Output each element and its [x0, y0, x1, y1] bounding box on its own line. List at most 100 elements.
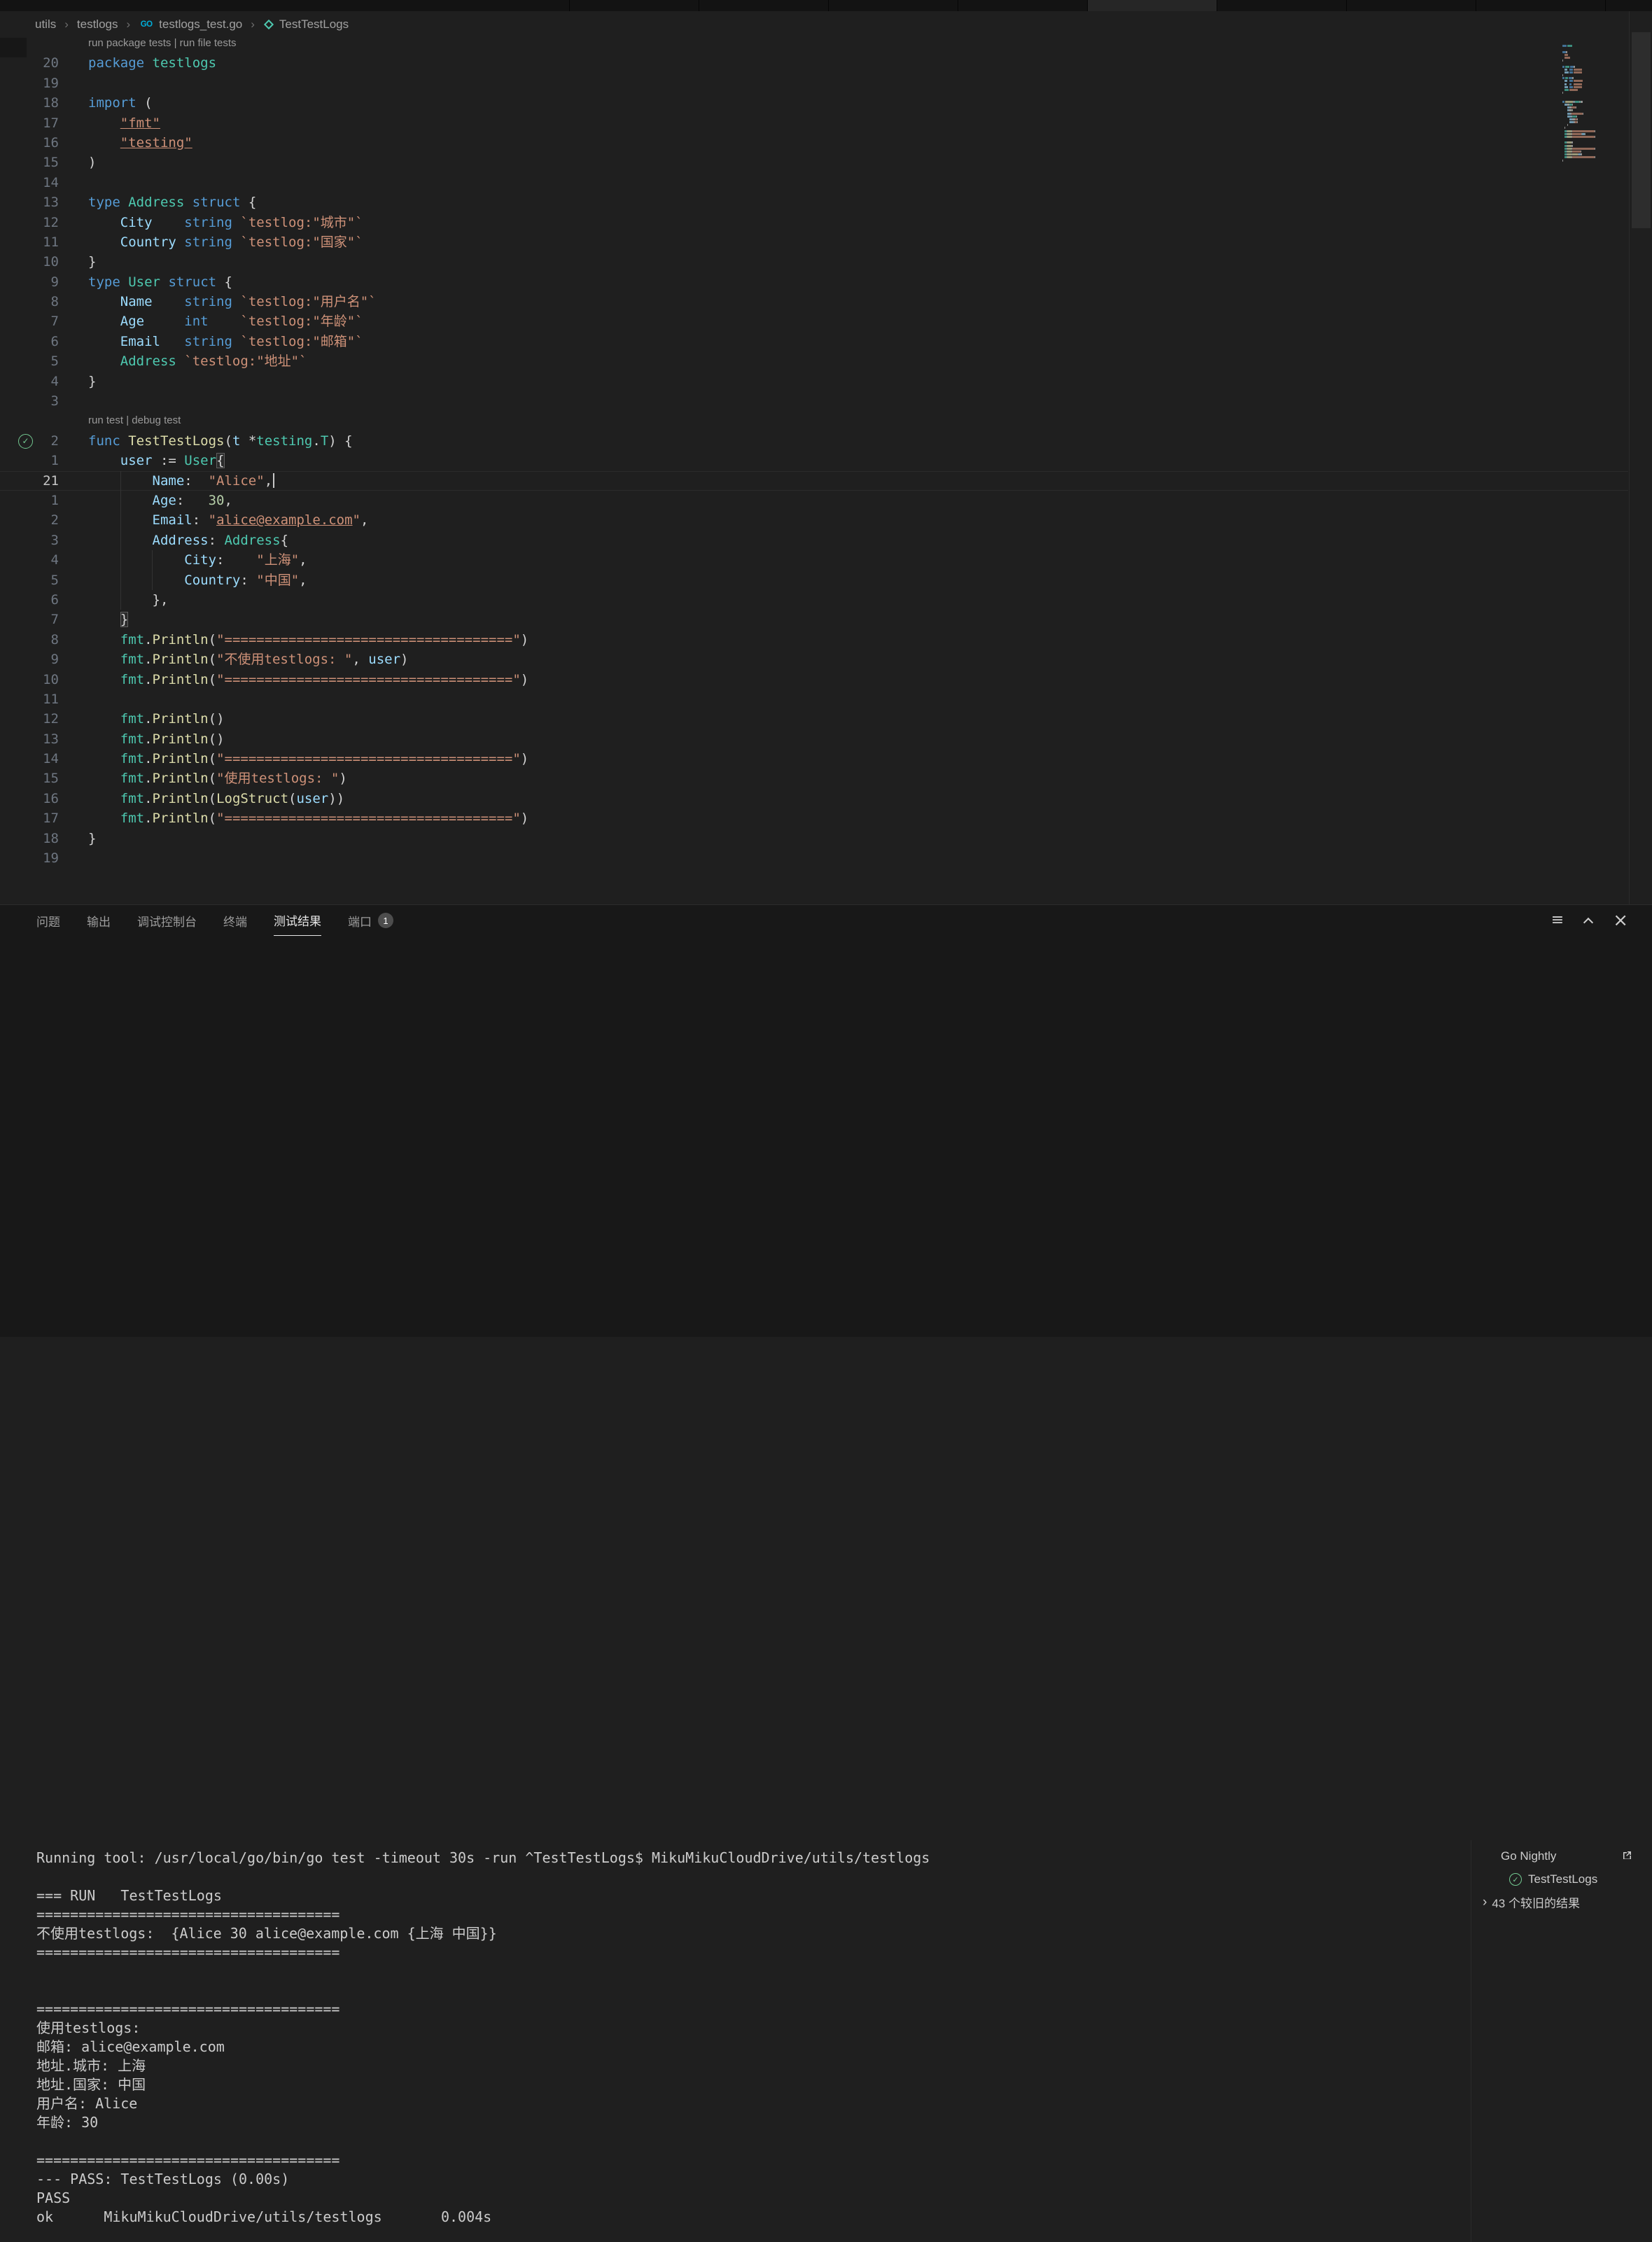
code-line[interactable]: 15 fmt.Println("使用testlogs: ") [0, 769, 1628, 788]
code-text: City string `testlog:"城市"` [59, 213, 1628, 232]
minimap-line [1562, 74, 1627, 76]
code-line[interactable]: 3 Address: Address{ [0, 531, 1628, 550]
code-line[interactable]: 18} [0, 829, 1628, 848]
code-line[interactable]: 5 Country: "中国", [0, 570, 1628, 590]
minimap-line [1562, 148, 1627, 150]
older-results-item[interactable]: 43 个较旧的结果 [1471, 1891, 1652, 1913]
minimap[interactable] [1562, 42, 1627, 165]
close-panel-icon[interactable]: × [1613, 911, 1628, 930]
code-line[interactable]: 16 "testing" [0, 133, 1628, 153]
output-line: 地址.城市: 上海 [36, 2057, 1470, 2075]
panel-tab-4[interactable]: 测试结果 [274, 905, 321, 936]
code-line[interactable]: 16 fmt.Println(LogStruct(user)) [0, 789, 1628, 808]
code-line[interactable]: 21 Name: "Alice", [0, 471, 1628, 491]
code-line[interactable]: 10} [0, 252, 1628, 272]
panel-tab-3[interactable]: 终端 [223, 905, 247, 936]
minimap-line [1562, 101, 1627, 103]
code-line[interactable]: 7 Age int `testlog:"年龄"` [0, 311, 1628, 331]
minimap-line [1562, 51, 1627, 53]
code-line[interactable]: 20package testlogs [0, 53, 1628, 73]
panel-tab-1[interactable]: 输出 [87, 905, 111, 936]
code-line[interactable]: 14 [0, 173, 1628, 192]
code-text: fmt.Println("===========================… [59, 749, 1628, 769]
indent-guide [120, 590, 121, 610]
open-in-editor-icon[interactable] [1621, 1850, 1632, 1865]
scrollbar-thumb[interactable] [1632, 32, 1651, 228]
line-number: 11 [0, 232, 59, 252]
editor-scrollbar[interactable] [1629, 11, 1652, 904]
code-line[interactable]: 17 "fmt" [0, 113, 1628, 133]
line-number: 6 [0, 590, 59, 610]
code-line[interactable]: 12 City string `testlog:"城市"` [0, 213, 1628, 232]
codelens-row[interactable]: run package tests | run file tests [0, 34, 1628, 53]
code-line[interactable]: 17 fmt.Println("========================… [0, 808, 1628, 828]
maximize-panel-icon[interactable] [1583, 916, 1593, 925]
code-text: Address `testlog:"地址"` [59, 351, 1628, 371]
code-line[interactable]: 13type Address struct { [0, 192, 1628, 212]
breadcrumb-symbol-label: TestTestLogs [279, 17, 349, 31]
code-line[interactable]: 19 [0, 848, 1628, 868]
code-line[interactable]: 13 fmt.Println() [0, 729, 1628, 749]
code-line[interactable]: 4 City: "上海", [0, 550, 1628, 570]
code-line[interactable]: 12 fmt.Println() [0, 709, 1628, 729]
code-line[interactable]: 18import ( [0, 93, 1628, 113]
code-line[interactable]: 11 [0, 689, 1628, 709]
codelens-link[interactable]: run test | debug test [59, 411, 181, 430]
line-number: 7 [0, 610, 59, 629]
code-line[interactable]: 9type User struct { [0, 272, 1628, 292]
panel-tab-5[interactable]: 端口1 [348, 905, 393, 936]
code-line[interactable]: 15) [0, 153, 1628, 172]
code-text: user := User{ [59, 451, 1628, 470]
code-line[interactable]: 6 Email string `testlog:"邮箱"` [0, 332, 1628, 351]
breadcrumb-item-file[interactable]: testlogs_test.go [139, 17, 242, 31]
output-line: === RUN TestTestLogs [36, 1886, 1470, 1905]
breadcrumb-item-testlogs[interactable]: testlogs [77, 17, 118, 31]
code-text: package testlogs [59, 53, 1628, 73]
code-line[interactable]: 14 fmt.Println("========================… [0, 749, 1628, 769]
code-line[interactable]: 7 } [0, 610, 1628, 629]
code-text: Email string `testlog:"邮箱"` [59, 332, 1628, 351]
minimap-line [1562, 98, 1627, 100]
panel-tab-label: 端口 [348, 912, 372, 930]
output-line [36, 2132, 1470, 2151]
code-line[interactable]: 8 fmt.Println("=========================… [0, 630, 1628, 650]
code-line[interactable]: 8 Name string `testlog:"用户名"` [0, 292, 1628, 311]
indent-guide [120, 531, 121, 550]
panel-tab-0[interactable]: 问题 [36, 905, 60, 936]
test-result-item[interactable]: ✓ TestTestLogs [1471, 1868, 1652, 1891]
code-line[interactable]: 4} [0, 372, 1628, 391]
code-line[interactable]: 1 Age: 30, [0, 491, 1628, 510]
view-as-list-icon[interactable]: ≡ [1551, 913, 1564, 928]
test-run-header[interactable]: Go Nightly [1471, 1844, 1652, 1868]
test-output: Running tool: /usr/local/go/bin/go test … [0, 1840, 1470, 2242]
output-line: 使用testlogs: [36, 2019, 1470, 2038]
code-text: }, [59, 590, 1628, 610]
breadcrumb-item-utils[interactable]: utils [35, 17, 56, 31]
code-line[interactable]: 5 Address `testlog:"地址"` [0, 351, 1628, 371]
minimap-line [1562, 80, 1627, 82]
minimap-line [1562, 156, 1627, 158]
codelens-row[interactable]: run test | debug test [0, 411, 1628, 430]
line-number: 19 [0, 848, 59, 868]
code-line[interactable]: 2 Email: "alice@example.com", [0, 510, 1628, 530]
minimap-line [1562, 145, 1627, 147]
panel-tab-label: 调试控制台 [137, 912, 197, 930]
minimap-line [1562, 109, 1627, 111]
code-line[interactable]: 11 Country string `testlog:"国家"` [0, 232, 1628, 252]
breadcrumb-item-symbol[interactable]: TestTestLogs [263, 17, 349, 31]
code-line[interactable]: 19 [0, 73, 1628, 93]
code-line[interactable]: 10 fmt.Println("========================… [0, 670, 1628, 689]
code-text: fmt.Println() [59, 729, 1628, 749]
code-line[interactable]: 2func TestTestLogs(t *testing.T) {✓ [0, 431, 1628, 451]
output-line: ok MikuMikuCloudDrive/utils/testlogs 0.0… [36, 2208, 1470, 2227]
code-editor[interactable]: run package tests | run file tests20pack… [0, 34, 1628, 868]
panel-tab-2[interactable]: 调试控制台 [137, 905, 197, 936]
output-line: 不使用testlogs: {Alice 30 alice@example.com… [36, 1924, 1470, 1943]
code-line[interactable]: 3 [0, 391, 1628, 411]
test-pass-icon[interactable]: ✓ [18, 434, 33, 449]
output-line [36, 1962, 1470, 1981]
code-line[interactable]: 6 }, [0, 590, 1628, 610]
code-line[interactable]: 9 fmt.Println("不使用testlogs: ", user) [0, 650, 1628, 669]
code-line[interactable]: 1 user := User{ [0, 451, 1628, 470]
codelens-link[interactable]: run package tests | run file tests [59, 34, 237, 53]
